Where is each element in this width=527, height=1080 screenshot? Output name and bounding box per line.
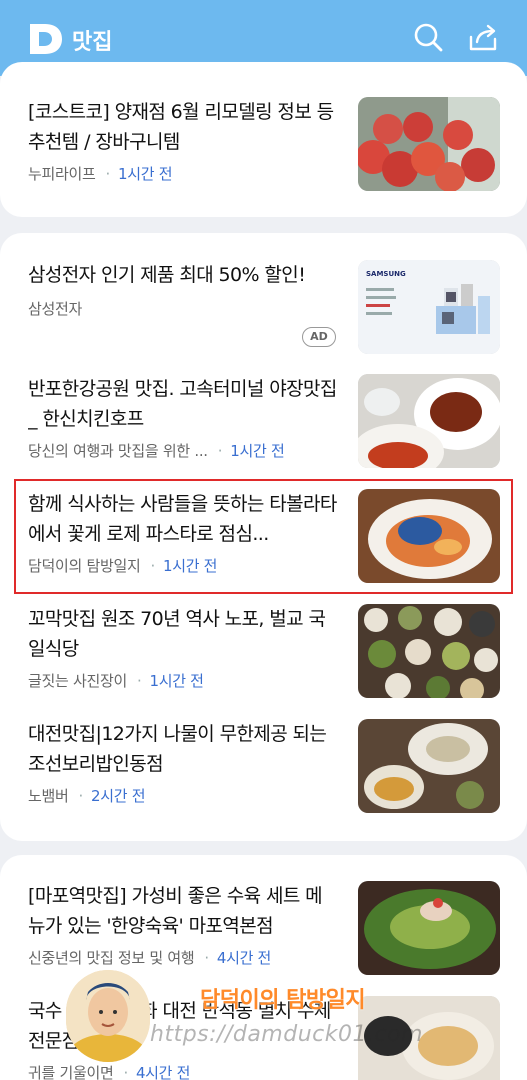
news-card: [마포역맛집] 가성비 좋은 수육 세트 메뉴가 있는 '한양숙육' 마포역본점…	[0, 855, 527, 1080]
news-title[interactable]: 반포한강공원 맛집. 고속터미널 야장맛집_ 한신치킨호프	[28, 374, 338, 434]
daum-logo-icon[interactable]	[28, 22, 64, 56]
news-item[interactable]: 국수 환상의 조화 대전 반석동 멸치 수제 전문점 귀를 기울이면 · 4시간 전	[28, 996, 500, 1080]
news-meta: 귀를 기울이면 · 4시간 전	[28, 1062, 338, 1080]
news-meta: 삼성전자	[28, 298, 338, 319]
news-meta: 신중년의 맛집 정보 및 여행 · 4시간 전	[28, 949, 272, 967]
news-item[interactable]: [코스트코] 양재점 6월 리모델링 정보 등 추천템 / 장바구니템 누피라이…	[28, 97, 500, 191]
ad-item[interactable]: 삼성전자 인기 제품 최대 50% 할인! 삼성전자 AD SAMSUNG	[28, 260, 500, 354]
news-title[interactable]: 대전맛집|12가지 나물이 무한제공 되는 조선보리밥인동점	[28, 719, 338, 779]
ad-thumbnail[interactable]: SAMSUNG	[358, 260, 500, 354]
news-source: 노뱀버	[28, 787, 69, 805]
news-source: 신중년의 맛집 정보 및 여행	[28, 949, 195, 967]
news-card: [코스트코] 양재점 6월 리모델링 정보 등 추천템 / 장바구니템 누피라이…	[0, 62, 527, 217]
news-meta: 노뱀버 · 2시간 전	[28, 787, 146, 805]
ad-brand: SAMSUNG	[366, 270, 406, 278]
news-thumbnail[interactable]	[358, 996, 500, 1080]
ad-source: 삼성전자	[28, 300, 83, 318]
ad-title[interactable]: 삼성전자 인기 제품 최대 50% 할인!	[28, 260, 338, 290]
news-time: 1시간 전	[230, 442, 285, 460]
news-thumbnail[interactable]	[358, 374, 500, 468]
news-item[interactable]: [마포역맛집] 가성비 좋은 수육 세트 메뉴가 있는 '한양숙육' 마포역본점…	[28, 881, 500, 975]
news-source: 글짓는 사진장이	[28, 672, 127, 690]
search-icon[interactable]	[413, 22, 443, 52]
news-meta: 당신의 여행과 맛집을 위한 ... · 1시간 전	[28, 442, 285, 460]
news-time: 1시간 전	[149, 672, 204, 690]
news-item[interactable]: 꼬막맛집 원조 70년 역사 노포, 벌교 국일식당 글짓는 사진장이 · 1시간 …	[28, 604, 500, 698]
news-source: 당신의 여행과 맛집을 위한 ...	[28, 442, 208, 460]
ad-badge: AD	[302, 327, 336, 347]
news-meta: 누피라이프 · 1시간 전	[28, 165, 173, 183]
news-time: 1시간 전	[117, 165, 173, 183]
news-thumbnail[interactable]	[358, 97, 500, 191]
news-title[interactable]: 꼬막맛집 원조 70년 역사 노포, 벌교 국일식당	[28, 604, 338, 664]
news-time: 2시간 전	[90, 787, 146, 805]
news-time: 4시간 전	[216, 949, 272, 967]
news-thumbnail[interactable]	[358, 604, 500, 698]
news-source: 누피라이프	[28, 165, 96, 183]
news-title[interactable]: [마포역맛집] 가성비 좋은 수육 세트 메뉴가 있는 '한양숙육' 마포역본점	[28, 881, 338, 941]
news-title[interactable]: [코스트코] 양재점 6월 리모델링 정보 등 추천템 / 장바구니템	[28, 97, 338, 157]
news-source: 귀를 기울이면	[28, 1064, 114, 1080]
news-item[interactable]: 반포한강공원 맛집. 고속터미널 야장맛집_ 한신치킨호프 당신의 여행과 맛집…	[28, 374, 500, 468]
news-meta: 글짓는 사진장이 · 1시간 전	[28, 672, 204, 690]
news-title[interactable]: 국수 환상의 조화 대전 반석동 멸치 수제 전문점	[28, 996, 338, 1056]
news-item[interactable]: 대전맛집|12가지 나물이 무한제공 되는 조선보리밥인동점 노뱀버 · 2시간 전	[28, 719, 500, 813]
app-title: 맛집	[72, 30, 113, 55]
news-thumbnail[interactable]	[358, 719, 500, 813]
selection-highlight	[14, 479, 513, 594]
news-thumbnail[interactable]	[358, 881, 500, 975]
news-time: 4시간 전	[135, 1064, 191, 1080]
share-icon[interactable]	[468, 22, 498, 52]
